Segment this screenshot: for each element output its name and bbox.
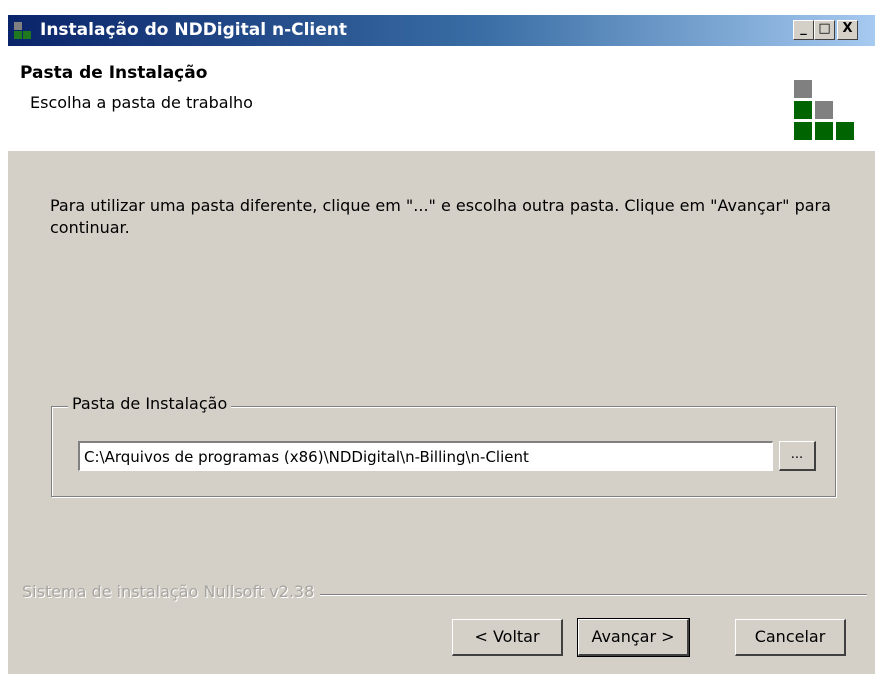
header-divider — [8, 150, 875, 151]
app-icon — [14, 22, 32, 40]
install-folder-group: Pasta de Instalação ... — [51, 394, 836, 497]
installer-window: Instalação do NDDigital n-Client _ □ X P… — [6, 15, 875, 674]
next-button[interactable]: Avançar > — [577, 618, 690, 657]
maximize-button[interactable]: □ — [814, 20, 835, 40]
minimize-button[interactable]: _ — [793, 20, 814, 40]
cancel-button[interactable]: Cancelar — [735, 619, 846, 656]
instructions-text: Para utilizar uma pasta diferente, cliqu… — [50, 196, 831, 237]
browse-button[interactable]: ... — [779, 441, 816, 471]
back-button[interactable]: < Voltar — [452, 619, 563, 656]
install-path-input[interactable] — [78, 441, 773, 471]
installer-logo-icon — [794, 80, 856, 142]
page-subtitle: Escolha a pasta de trabalho — [30, 93, 253, 112]
header-panel: Pasta de Instalação Escolha a pasta de t… — [8, 46, 875, 151]
close-button[interactable]: X — [837, 20, 858, 40]
title-bar[interactable]: Instalação do NDDigital n-Client _ □ X — [8, 15, 875, 46]
install-folder-group-label: Pasta de Instalação — [68, 394, 232, 413]
nullsoft-brand-label: Sistema de instalação Nullsoft v2.38 — [22, 582, 321, 601]
window-title: Instalação do NDDigital n-Client — [40, 20, 348, 40]
page-title: Pasta de Instalação — [20, 63, 208, 83]
